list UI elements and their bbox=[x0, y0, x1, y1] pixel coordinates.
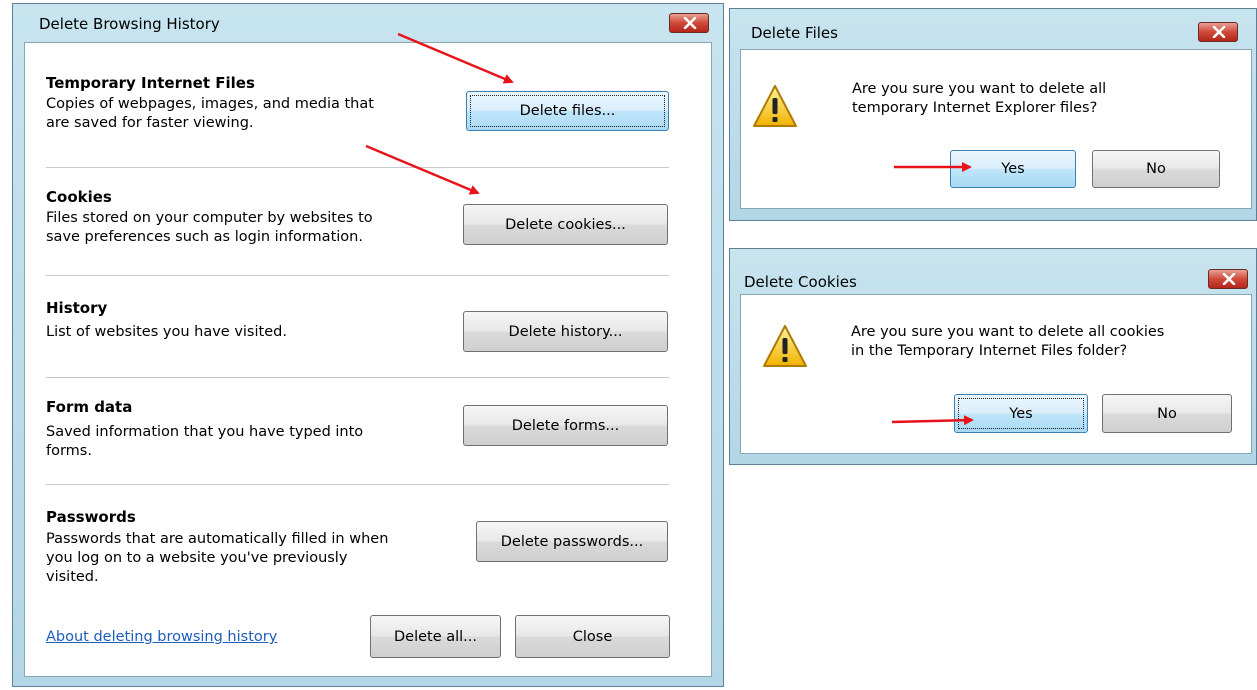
delete-files-button[interactable]: Delete files... bbox=[466, 91, 669, 131]
section-title-temp-files: Temporary Internet Files bbox=[46, 74, 255, 92]
section-title-passwords: Passwords bbox=[46, 508, 136, 526]
dialog-content: Are you sure you want to delete all cook… bbox=[740, 294, 1252, 454]
title-bar[interactable]: Delete Browsing History bbox=[13, 4, 723, 42]
warning-icon bbox=[763, 325, 807, 367]
delete-passwords-button[interactable]: Delete passwords... bbox=[476, 521, 668, 562]
divider bbox=[46, 377, 669, 378]
divider bbox=[46, 167, 669, 168]
close-icon[interactable] bbox=[669, 13, 709, 33]
section-desc-history: List of websites you have visited. bbox=[46, 324, 287, 340]
dialog-content: Are you sure you want to delete all temp… bbox=[740, 49, 1252, 209]
yes-button[interactable]: Yes bbox=[954, 394, 1088, 433]
dialog-content: Temporary Internet Files Copies of webpa… bbox=[24, 42, 712, 677]
delete-cookies-button[interactable]: Delete cookies... bbox=[463, 204, 668, 245]
delete-all-button[interactable]: Delete all... bbox=[370, 615, 501, 658]
confirm-message: Are you sure you want to delete all temp… bbox=[852, 81, 1107, 116]
section-title-cookies: Cookies bbox=[46, 188, 112, 206]
dialog-title: Delete Files bbox=[751, 24, 838, 42]
confirm-message: Are you sure you want to delete all cook… bbox=[851, 324, 1165, 359]
divider bbox=[46, 275, 669, 276]
warning-icon bbox=[753, 85, 797, 127]
close-icon[interactable] bbox=[1198, 22, 1238, 42]
delete-forms-button[interactable]: Delete forms... bbox=[463, 405, 668, 446]
delete-browsing-history-dialog: Delete Browsing History Temporary Intern… bbox=[12, 3, 724, 687]
delete-files-dialog: Delete Files Are you sure you want to de… bbox=[729, 8, 1257, 221]
title-bar[interactable]: Delete Files bbox=[730, 9, 1256, 47]
dialog-title: Delete Cookies bbox=[744, 273, 857, 291]
dialog-title: Delete Browsing History bbox=[39, 15, 220, 33]
section-desc-form-data: Saved information that you have typed in… bbox=[46, 424, 364, 459]
no-button[interactable]: No bbox=[1092, 150, 1220, 188]
yes-button[interactable]: Yes bbox=[950, 150, 1076, 188]
about-deleting-history-link[interactable]: About deleting browsing history bbox=[46, 629, 277, 645]
title-bar[interactable]: Delete Cookies bbox=[730, 249, 1256, 291]
close-icon[interactable] bbox=[1208, 269, 1248, 289]
close-button[interactable]: Close bbox=[515, 615, 670, 658]
section-title-form-data: Form data bbox=[46, 398, 133, 416]
no-button[interactable]: No bbox=[1102, 394, 1232, 433]
divider bbox=[46, 484, 669, 485]
delete-history-button[interactable]: Delete history... bbox=[463, 311, 668, 352]
section-desc-cookies: Files stored on your computer by website… bbox=[46, 210, 373, 245]
section-desc-passwords: Passwords that are automatically filled … bbox=[46, 531, 389, 585]
section-title-history: History bbox=[46, 299, 108, 317]
section-desc-temp-files: Copies of webpages, images, and media th… bbox=[46, 96, 374, 131]
delete-cookies-dialog: Delete Cookies Are you sure you want to … bbox=[729, 248, 1257, 465]
